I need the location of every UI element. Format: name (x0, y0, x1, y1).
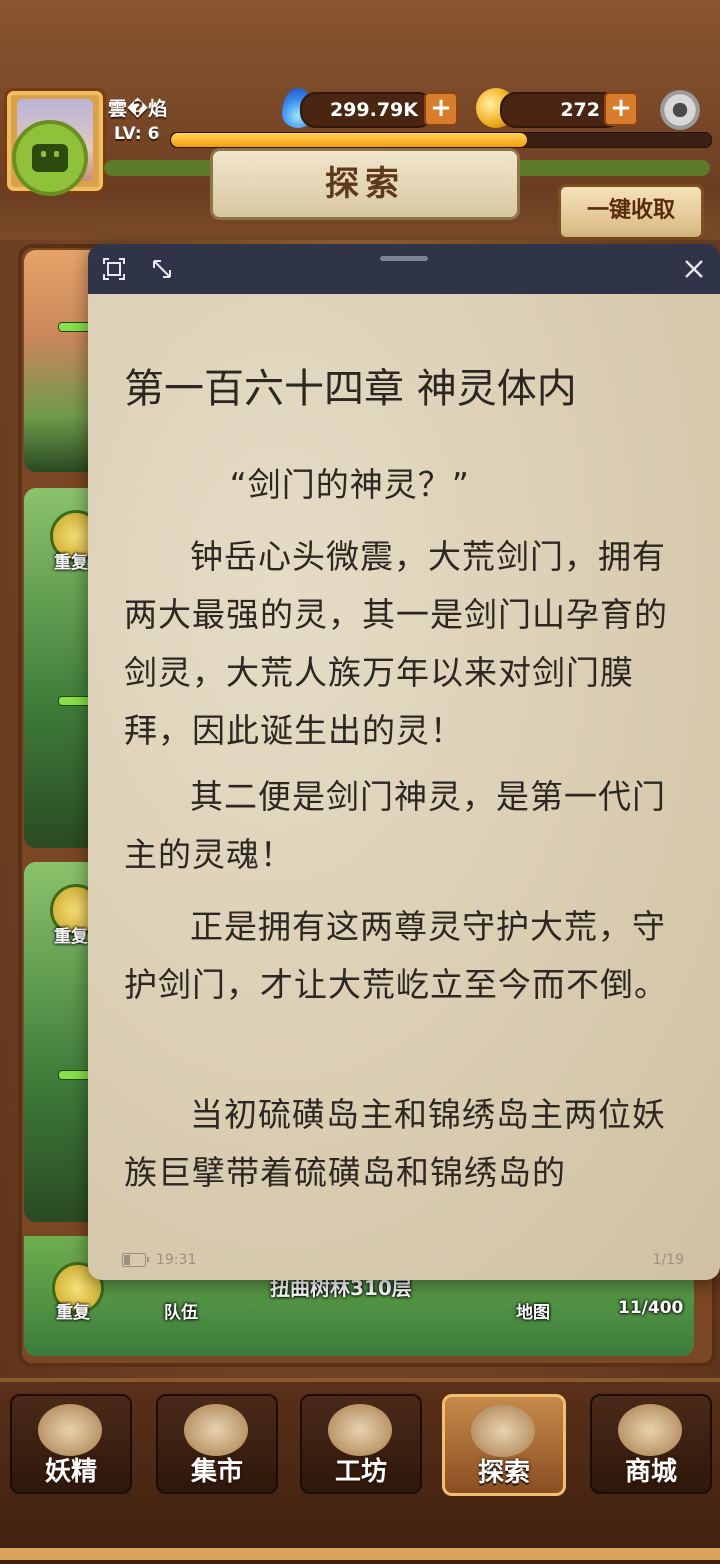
reader-page[interactable]: 第一百六十四章 神灵体内 “剑门的神灵？” 钟岳心头微震，大荒剑门，拥有两大最强… (88, 294, 720, 1280)
add-spirit-button[interactable]: + (424, 92, 458, 126)
chapter-title: 第一百六十四章 神灵体内 (124, 366, 577, 412)
add-coin-button[interactable]: + (604, 92, 638, 126)
bag-capacity: 11/400 (618, 1298, 684, 1318)
fairy-icon (38, 1404, 102, 1456)
nav-label: 工坊 (334, 1457, 387, 1487)
nav-fairy[interactable]: 妖精 (10, 1394, 132, 1494)
map-scroll-icon (471, 1405, 535, 1457)
market-icon (184, 1404, 248, 1456)
fullscreen-icon[interactable] (102, 258, 126, 282)
nav-label: 商城 (624, 1457, 677, 1487)
player-name: 雲�焰 (108, 98, 168, 120)
paragraph: 钟岳心头微震，大荒剑门，拥有两大最强的灵，其一是剑门山孕育的剑灵，大荒人族万年以… (124, 537, 668, 750)
workshop-icon (328, 1404, 392, 1456)
paragraph: 当初硫磺岛主和锦绣岛主两位妖族巨擘带着硫磺岛和锦绣岛的 (124, 1095, 666, 1192)
page-title: 探索 (210, 148, 520, 220)
nav-label: 妖精 (44, 1457, 97, 1487)
paragraph: 其二便是剑门神灵，是第一代门主的灵魂！ (124, 777, 666, 874)
chat-icon[interactable] (12, 120, 88, 196)
page-number: 1/19 (652, 1252, 684, 1268)
reader-window[interactable]: 第一百六十四章 神灵体内 “剑门的神灵？” 钟岳心头微震，大荒剑门，拥有两大最强… (88, 244, 720, 1280)
gear-icon[interactable] (660, 90, 700, 130)
nav-explore[interactable]: 探索 (442, 1394, 566, 1496)
nav-label: 集市 (190, 1457, 243, 1487)
clock-time: 19:31 (156, 1252, 197, 1268)
nav-shop[interactable]: 商城 (590, 1394, 712, 1494)
spirit-amount: 299.79K (329, 99, 418, 121)
coin-amount: 272 (560, 99, 600, 121)
nav-label: 探索 (477, 1458, 530, 1488)
battery-icon (122, 1253, 149, 1267)
map-label: 地图 (516, 1303, 550, 1323)
vine-decoration-right (500, 160, 710, 176)
repeat-label: 重复 (54, 553, 88, 573)
bottom-edge (0, 1548, 720, 1560)
collect-all-button[interactable]: 一键收取 (558, 184, 704, 240)
vine-decoration-left (104, 160, 224, 176)
spirit-resource: 299.79K (300, 92, 434, 128)
team-label: 队伍 (164, 1303, 198, 1323)
close-icon[interactable] (682, 258, 706, 282)
xp-bar (170, 132, 712, 148)
reader-header[interactable] (88, 244, 720, 294)
repeat-label: 重复 (56, 1303, 90, 1323)
paragraph: 正是拥有这两尊灵守护大荒，守护剑门，才让大荒屹立至今而不倒。 (124, 907, 668, 1004)
player-level: LV: 6 (114, 124, 160, 144)
xp-fill (171, 133, 528, 147)
drag-handle[interactable] (380, 256, 428, 261)
repeat-label: 重复 (54, 927, 88, 947)
paragraph: “剑门的神灵？” (229, 465, 470, 504)
shop-icon (618, 1404, 682, 1456)
nav-workshop[interactable]: 工坊 (300, 1394, 422, 1494)
resize-icon[interactable] (150, 258, 174, 282)
nav-market[interactable]: 集市 (156, 1394, 278, 1494)
